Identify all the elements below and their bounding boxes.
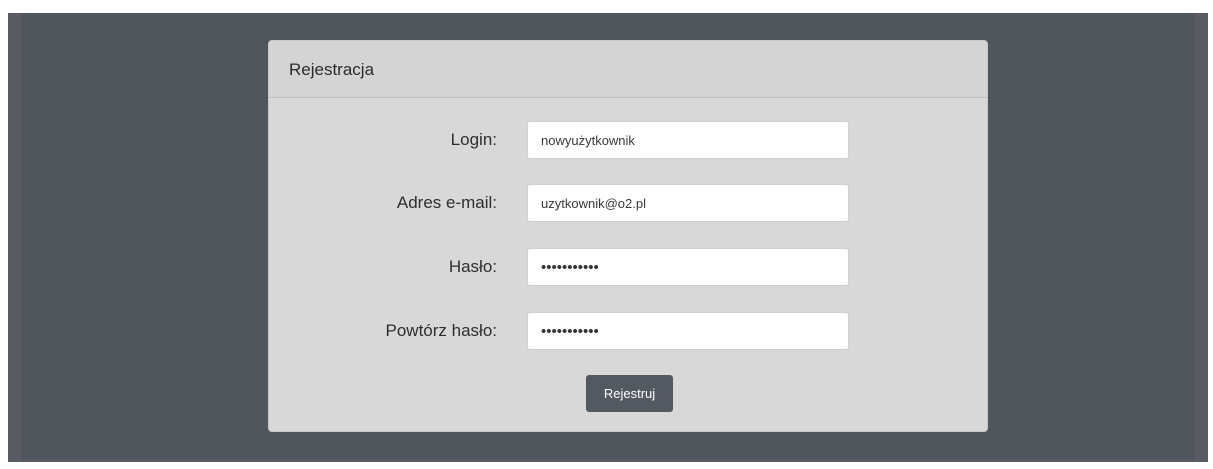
card-title: Rejestracja — [289, 60, 375, 79]
login-input[interactable] — [527, 121, 849, 159]
login-row: Login: — [269, 121, 987, 159]
content-area: Rejestracja Login: Adres e-mail: Hasło: … — [22, 13, 1194, 460]
email-label: Adres e-mail: — [396, 193, 497, 212]
repeat-password-row: Powtórz hasło: — [269, 312, 987, 350]
page-background: Rejestracja Login: Adres e-mail: Hasło: … — [8, 13, 1208, 462]
card-header: Rejestracja — [269, 41, 987, 98]
password-row: Hasło: — [269, 248, 987, 286]
registration-card: Rejestracja Login: Adres e-mail: Hasło: … — [268, 40, 988, 432]
email-row: Adres e-mail: — [269, 184, 987, 222]
email-input[interactable] — [527, 184, 849, 222]
login-label: Login: — [450, 130, 497, 149]
repeat-password-input[interactable] — [527, 312, 849, 350]
password-input[interactable] — [527, 248, 849, 286]
password-label: Hasło: — [448, 257, 497, 276]
register-button[interactable]: Rejestruj — [586, 375, 673, 412]
repeat-password-label: Powtórz hasło: — [385, 321, 498, 340]
